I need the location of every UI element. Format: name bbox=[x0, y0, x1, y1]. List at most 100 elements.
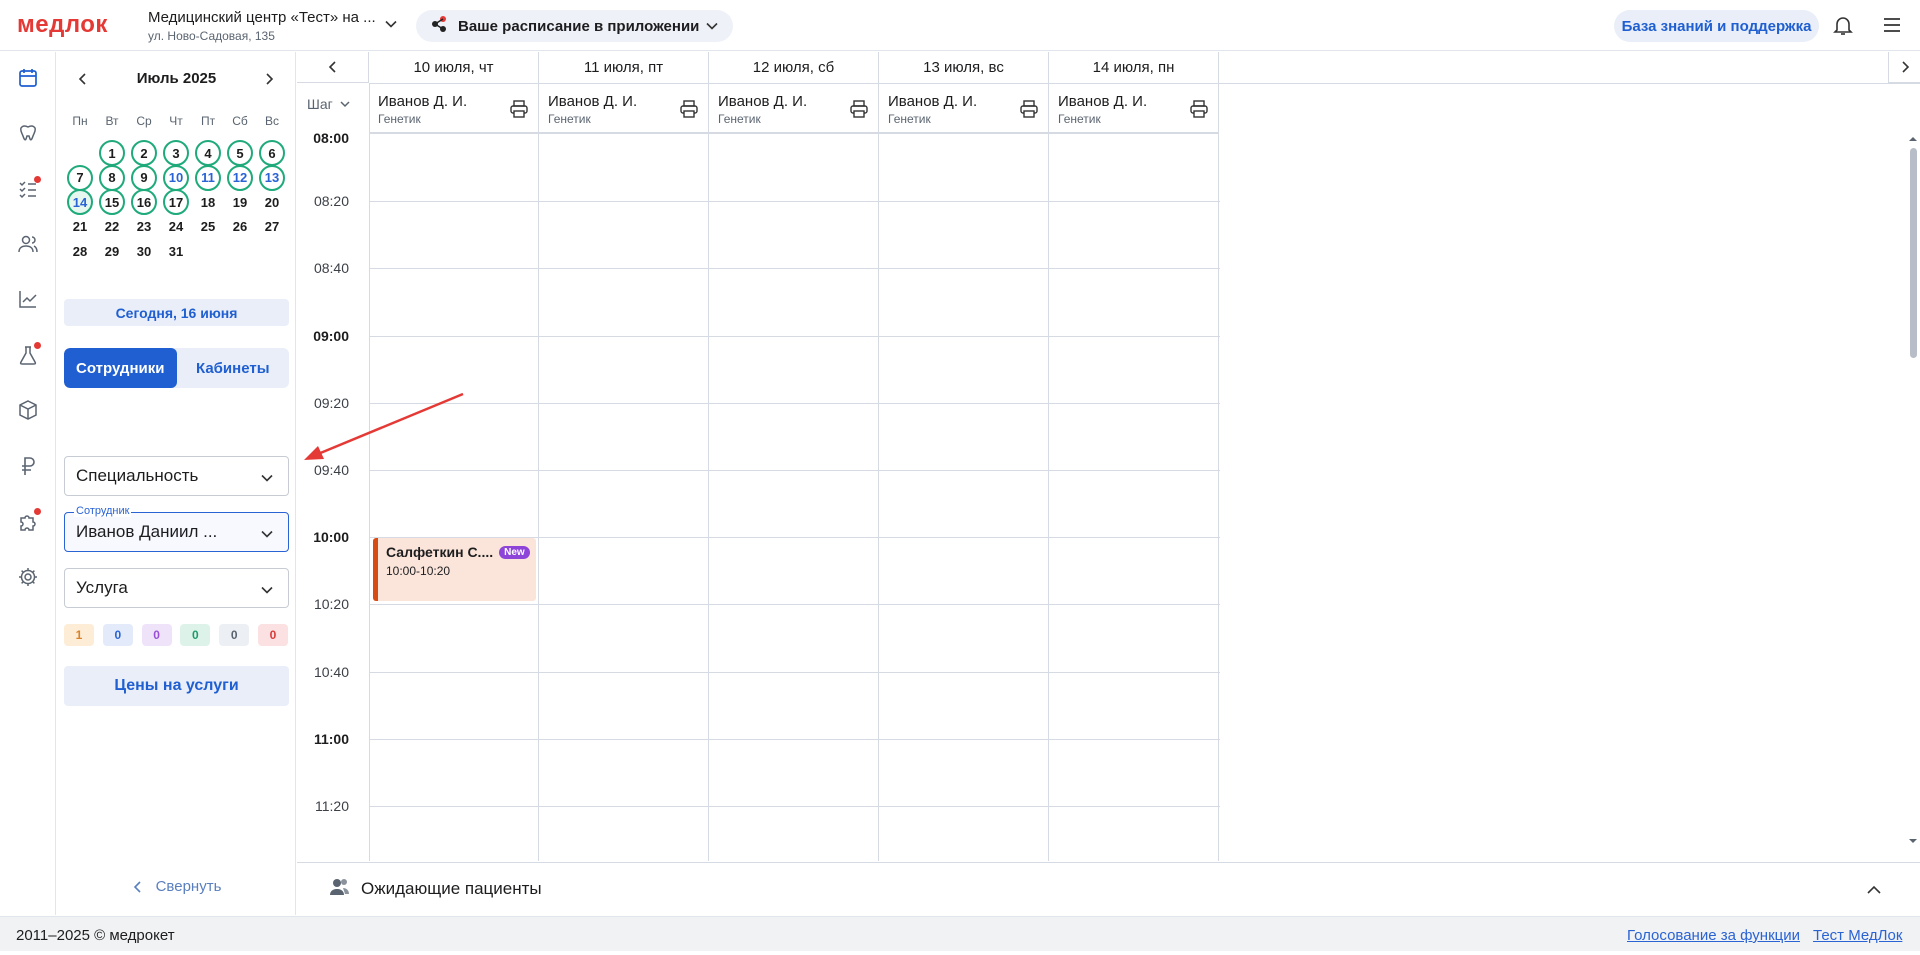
ruble-icon[interactable] bbox=[14, 452, 42, 480]
calendar-day[interactable]: 12 bbox=[227, 164, 253, 191]
vertical-scrollbar[interactable] bbox=[1906, 134, 1920, 846]
calendar-day[interactable]: 23 bbox=[131, 214, 157, 240]
tab-employees[interactable]: Сотрудники bbox=[64, 348, 177, 388]
calendar-day[interactable]: 27 bbox=[259, 214, 285, 240]
calendar-day[interactable]: 9 bbox=[131, 164, 157, 191]
employee-select-label: Сотрудник bbox=[74, 505, 132, 517]
chevron-down-icon[interactable] bbox=[384, 17, 398, 36]
app-promo-label: Ваше расписание в приложении bbox=[458, 17, 700, 35]
calendar-day[interactable]: 3 bbox=[163, 140, 189, 166]
doctor-name: Иванов Д. И. bbox=[888, 93, 978, 110]
calendar-day[interactable]: 19 bbox=[227, 189, 253, 215]
doctor-header[interactable]: Иванов Д. И. Генетик bbox=[1049, 84, 1219, 134]
doctor-header[interactable]: Иванов Д. И. Генетик bbox=[369, 84, 539, 134]
specialty-select-value: Специальность bbox=[76, 466, 199, 485]
gear-icon[interactable] bbox=[14, 563, 42, 591]
status-counter[interactable]: 0 bbox=[180, 624, 211, 646]
calendar-day[interactable]: 4 bbox=[195, 140, 221, 166]
calendar-day[interactable]: 15 bbox=[99, 189, 125, 216]
calendar-day[interactable]: 6 bbox=[259, 140, 285, 166]
scrollbar-thumb[interactable] bbox=[1910, 148, 1917, 358]
logo[interactable]: медлок bbox=[17, 11, 108, 39]
flask-icon[interactable] bbox=[14, 341, 42, 369]
calendar-day[interactable]: 26 bbox=[227, 214, 253, 240]
doctor-role: Генетик bbox=[1058, 112, 1101, 126]
calendar-day[interactable]: 11 bbox=[195, 164, 221, 191]
calendar-day[interactable]: 8 bbox=[99, 164, 125, 191]
weekday-label: Вт bbox=[105, 114, 119, 128]
view-toggle: Сотрудники Кабинеты bbox=[64, 348, 289, 388]
chevron-up-icon[interactable] bbox=[1866, 883, 1882, 901]
calendar-icon[interactable] bbox=[14, 64, 42, 92]
appointment-card[interactable]: Салфеткин С.... New 10:00-10:20 bbox=[373, 538, 536, 601]
calendar-day[interactable]: 2 bbox=[131, 140, 157, 166]
calendar-day[interactable]: 10 bbox=[163, 164, 189, 191]
time-label: 08:40 bbox=[313, 260, 349, 277]
status-counter[interactable]: 0 bbox=[219, 624, 250, 646]
calendar-day[interactable]: 5 bbox=[227, 140, 253, 166]
box-icon[interactable] bbox=[14, 396, 42, 424]
schedule-grid: Шаг 10 июля, чт Иванов Д. И. Генетик 11 июл… bbox=[297, 52, 1920, 861]
tooth-icon[interactable] bbox=[14, 119, 42, 147]
printer-icon[interactable] bbox=[679, 99, 699, 124]
calendar-day[interactable]: 18 bbox=[195, 189, 221, 215]
service-select[interactable]: Услуга bbox=[64, 568, 289, 608]
calendar-day[interactable]: 24 bbox=[163, 214, 189, 240]
status-counter[interactable]: 0 bbox=[258, 624, 288, 646]
calendar-day[interactable]: 29 bbox=[99, 238, 125, 264]
calendar-day[interactable]: 30 bbox=[131, 238, 157, 264]
weekday-label: Сб bbox=[232, 114, 248, 128]
calendar-day[interactable]: 31 bbox=[163, 238, 189, 264]
vote-features-link[interactable]: Голосование за функции bbox=[1627, 927, 1800, 944]
doctor-header[interactable]: Иванов Д. И. Генетик bbox=[879, 84, 1049, 134]
prev-days-button[interactable] bbox=[297, 52, 369, 83]
step-selector[interactable]: Шаг bbox=[307, 96, 351, 112]
doctor-header[interactable]: Иванов Д. И. Генетик bbox=[709, 84, 879, 134]
calendar-day[interactable]: 21 bbox=[67, 214, 93, 240]
chevron-right-icon[interactable] bbox=[262, 72, 276, 91]
weekday-label: Ср bbox=[136, 114, 152, 128]
left-panel: Июль 2025 Пн Вт Ср Чт Пт Сб Вс 1 2 3 4 5 6 7 8 9 10 11 12… bbox=[57, 52, 296, 915]
printer-icon[interactable] bbox=[1019, 99, 1039, 124]
chart-icon[interactable] bbox=[14, 285, 42, 313]
calendar-day[interactable]: 28 bbox=[67, 238, 93, 264]
status-counter[interactable]: 1 bbox=[64, 624, 94, 646]
doctor-header[interactable]: Иванов Д. И. Генетик bbox=[539, 84, 709, 134]
test-medlok-link[interactable]: Тест МедЛок bbox=[1813, 927, 1902, 944]
status-counter[interactable]: 0 bbox=[141, 624, 172, 646]
today-button[interactable]: Сегодня, 16 июня bbox=[64, 299, 289, 326]
prices-button[interactable]: Цены на услуги bbox=[64, 666, 289, 706]
puzzle-icon[interactable] bbox=[14, 507, 42, 535]
tasks-icon[interactable] bbox=[14, 175, 42, 203]
doctor-name: Иванов Д. И. bbox=[548, 93, 638, 110]
employee-select-value: Иванов Даниил ... bbox=[76, 522, 218, 541]
users-icon[interactable] bbox=[14, 230, 42, 258]
calendar-day[interactable]: 17 bbox=[163, 189, 189, 216]
doctor-role: Генетик bbox=[718, 112, 761, 126]
calendar-day[interactable]: 20 bbox=[259, 189, 285, 215]
calendar-day[interactable]: 7 bbox=[67, 164, 93, 191]
specialty-select[interactable]: Специальность bbox=[64, 456, 289, 496]
tab-cabinets[interactable]: Кабинеты bbox=[177, 348, 290, 388]
employee-select[interactable]: Сотрудник Иванов Даниил ... bbox=[64, 505, 289, 552]
bell-icon[interactable] bbox=[1831, 13, 1855, 42]
doctor-name: Иванов Д. И. bbox=[378, 93, 468, 110]
calendar-day[interactable]: 16 bbox=[131, 189, 157, 216]
app-promo-button[interactable]: Ваше расписание в приложении bbox=[416, 10, 733, 42]
calendar-day[interactable]: 1 bbox=[99, 140, 125, 166]
hamburger-menu-icon[interactable] bbox=[1881, 15, 1903, 40]
status-counter[interactable]: 0 bbox=[102, 624, 133, 646]
waiting-patients-bar[interactable]: Ожидающие пациенты bbox=[297, 862, 1920, 915]
calendar-day[interactable]: 25 bbox=[195, 214, 221, 240]
calendar-day[interactable]: 14 bbox=[67, 189, 93, 216]
knowledge-base-button[interactable]: База знаний и поддержка bbox=[1614, 10, 1819, 42]
printer-icon[interactable] bbox=[509, 99, 529, 124]
collapse-button[interactable]: Свернуть bbox=[57, 878, 296, 895]
calendar-day[interactable]: 22 bbox=[99, 214, 125, 240]
printer-icon[interactable] bbox=[849, 99, 869, 124]
clinic-selector[interactable]: Медицинский центр «Тест» на ... ул. Ново… bbox=[148, 9, 393, 43]
printer-icon[interactable] bbox=[1189, 99, 1209, 124]
calendar-month-title: Июль 2025 bbox=[136, 70, 217, 87]
next-days-button[interactable] bbox=[1888, 52, 1920, 83]
calendar-day[interactable]: 13 bbox=[259, 164, 285, 191]
